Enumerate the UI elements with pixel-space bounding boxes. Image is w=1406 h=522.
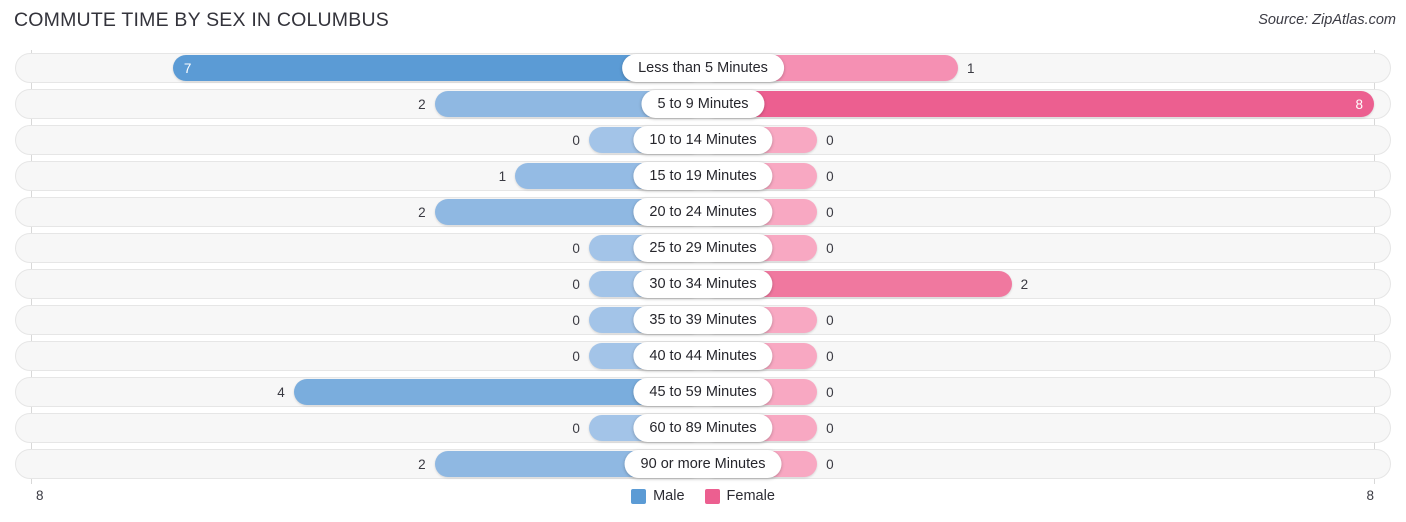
- legend-swatch-icon: [704, 488, 720, 504]
- female-half: 0: [703, 197, 1374, 227]
- male-value-outside: 0: [572, 240, 580, 256]
- chart-footer: 8 8 Male Female: [0, 484, 1406, 522]
- chart-row: 0 2 30 to 34 Minutes: [15, 266, 1391, 302]
- category-label-pill: 90 or more Minutes: [624, 450, 782, 478]
- male-half: 0: [32, 269, 703, 299]
- female-value-outside: 0: [826, 420, 834, 436]
- male-half: 4: [32, 377, 703, 407]
- female-value-outside: 0: [826, 168, 834, 184]
- male-value-outside: 0: [572, 420, 580, 436]
- female-value-outside: 0: [826, 132, 834, 148]
- page-title: COMMUTE TIME BY SEX IN COLUMBUS: [14, 9, 389, 31]
- male-value-outside: 0: [572, 276, 580, 292]
- chart-row: 7 1 Less than 5 Minutes: [15, 50, 1391, 86]
- legend-label: Male: [653, 488, 685, 504]
- female-half: 8: [703, 89, 1374, 119]
- chart-legend: Male Female: [0, 488, 1406, 504]
- category-label-pill: 60 to 89 Minutes: [633, 414, 773, 442]
- chart-row: 2 0 20 to 24 Minutes: [15, 194, 1391, 230]
- female-half: 0: [703, 233, 1374, 263]
- source-attribution: Source: ZipAtlas.com: [1258, 12, 1396, 28]
- female-value-outside: 0: [826, 240, 834, 256]
- commute-time-chart: COMMUTE TIME BY SEX IN COLUMBUS Source: …: [0, 0, 1406, 522]
- chart-row: 2 8 5 to 9 Minutes: [15, 86, 1391, 122]
- female-value-outside: 0: [826, 312, 834, 328]
- male-half: 0: [32, 341, 703, 371]
- female-half: 0: [703, 305, 1374, 335]
- chart-row: 0 0 40 to 44 Minutes: [15, 338, 1391, 374]
- chart-row: 0 0 60 to 89 Minutes: [15, 410, 1391, 446]
- male-half: 2: [32, 197, 703, 227]
- female-half: 1: [703, 53, 1374, 83]
- chart-row: 0 0 10 to 14 Minutes: [15, 122, 1391, 158]
- female-half: 2: [703, 269, 1374, 299]
- female-half: 0: [703, 125, 1374, 155]
- female-value-outside: 0: [826, 384, 834, 400]
- chart-row: 0 0 25 to 29 Minutes: [15, 230, 1391, 266]
- category-label-pill: 10 to 14 Minutes: [633, 126, 773, 154]
- female-half: 0: [703, 377, 1374, 407]
- legend-item[interactable]: Male: [631, 488, 685, 504]
- chart-row: 2 0 90 or more Minutes: [15, 446, 1391, 482]
- legend-item[interactable]: Female: [704, 488, 775, 504]
- male-half: 0: [32, 233, 703, 263]
- female-value-inside: 8: [1355, 96, 1363, 112]
- category-label-pill: 35 to 39 Minutes: [633, 306, 773, 334]
- male-value-outside: 2: [418, 204, 426, 220]
- legend-swatch-icon: [631, 488, 647, 504]
- legend-label: Female: [726, 488, 775, 504]
- category-label-pill: 5 to 9 Minutes: [641, 90, 765, 118]
- male-half: 0: [32, 125, 703, 155]
- category-label-pill: 40 to 44 Minutes: [633, 342, 773, 370]
- male-half: 0: [32, 413, 703, 443]
- male-half: 1: [32, 161, 703, 191]
- female-half: 0: [703, 449, 1374, 479]
- male-value-outside: 2: [418, 456, 426, 472]
- male-value-outside: 4: [277, 384, 285, 400]
- female-bar[interactable]: 8: [703, 91, 1374, 117]
- chart-row: 0 0 35 to 39 Minutes: [15, 302, 1391, 338]
- male-half: 7: [32, 53, 703, 83]
- chart-header: COMMUTE TIME BY SEX IN COLUMBUS Source: …: [0, 0, 1406, 46]
- female-value-outside: 1: [966, 60, 975, 76]
- male-half: 0: [32, 305, 703, 335]
- category-label-pill: 45 to 59 Minutes: [633, 378, 773, 406]
- category-label-pill: 20 to 24 Minutes: [633, 198, 773, 226]
- category-label-pill: 15 to 19 Minutes: [633, 162, 773, 190]
- male-value-outside: 0: [572, 312, 580, 328]
- female-value-outside: 0: [826, 456, 834, 472]
- male-value-outside: 0: [572, 132, 580, 148]
- female-value-outside: 0: [826, 204, 834, 220]
- chart-row: 1 0 15 to 19 Minutes: [15, 158, 1391, 194]
- category-label-pill: Less than 5 Minutes: [622, 54, 784, 82]
- male-half: 2: [32, 449, 703, 479]
- category-label-pill: 30 to 34 Minutes: [633, 270, 773, 298]
- male-value-outside: 1: [498, 168, 507, 184]
- female-half: 0: [703, 341, 1374, 371]
- male-value-inside: 7: [183, 60, 192, 76]
- female-value-outside: 0: [826, 348, 834, 364]
- male-half: 2: [32, 89, 703, 119]
- male-value-outside: 0: [572, 348, 580, 364]
- female-half: 0: [703, 161, 1374, 191]
- female-value-outside: 2: [1020, 276, 1029, 292]
- male-value-outside: 2: [418, 96, 426, 112]
- chart-row: 4 0 45 to 59 Minutes: [15, 374, 1391, 410]
- female-half: 0: [703, 413, 1374, 443]
- category-label-pill: 25 to 29 Minutes: [633, 234, 773, 262]
- plot-area: 7 1 Less than 5 Minutes 2 8 5 to 9 Minutes 0 0 1…: [15, 50, 1391, 484]
